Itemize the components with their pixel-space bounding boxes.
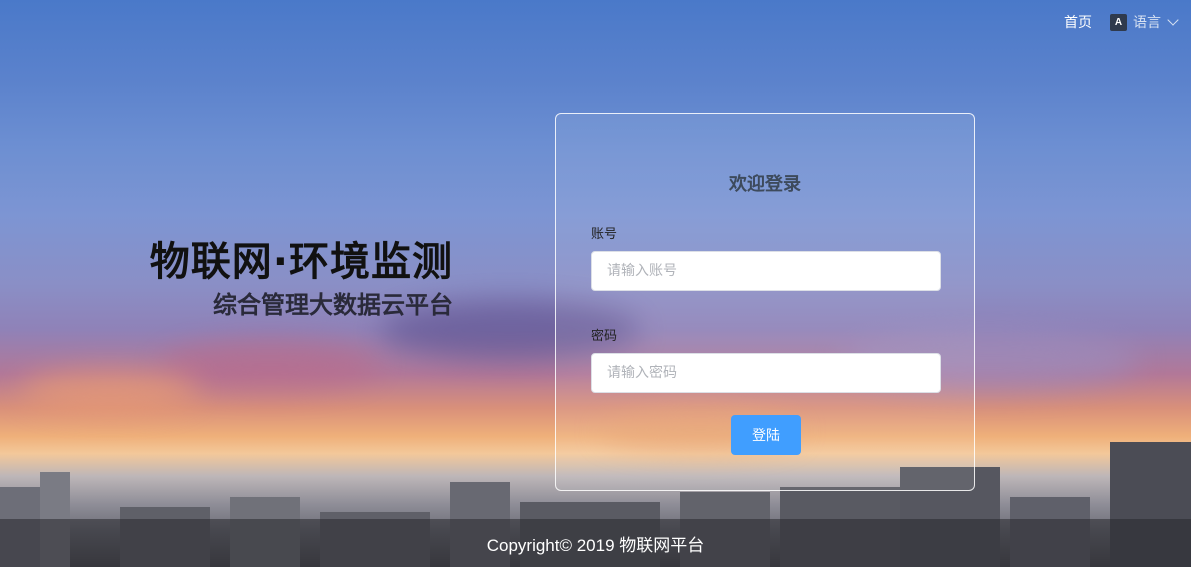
brand-title: 物联网·环境监测	[149, 239, 453, 285]
password-label: 密码	[591, 329, 618, 344]
login-button[interactable]: 登陆	[731, 415, 801, 455]
login-title: 欢迎登录	[729, 174, 801, 195]
translate-icon: A	[1110, 13, 1127, 31]
chevron-down-icon	[1167, 14, 1179, 26]
footer: Copyright© 2019 物联网平台	[0, 519, 1191, 567]
brand-subtitle: 综合管理大数据云平台	[213, 291, 453, 319]
copyright-text: Copyright© 2019 物联网平台	[486, 535, 705, 555]
nav-home-link[interactable]: 首页	[1064, 12, 1092, 32]
login-panel: 欢迎登录 账号 密码 登陆	[555, 113, 975, 491]
account-label: 账号	[591, 227, 618, 242]
top-nav: 首页 A 语言	[1064, 12, 1179, 32]
password-input[interactable]	[591, 353, 941, 393]
brand-block: 物联网·环境监测 综合管理大数据云平台	[150, 238, 453, 322]
account-input[interactable]	[591, 251, 941, 291]
language-label: 语言	[1133, 15, 1161, 31]
language-selector[interactable]: A 语言	[1110, 12, 1179, 32]
